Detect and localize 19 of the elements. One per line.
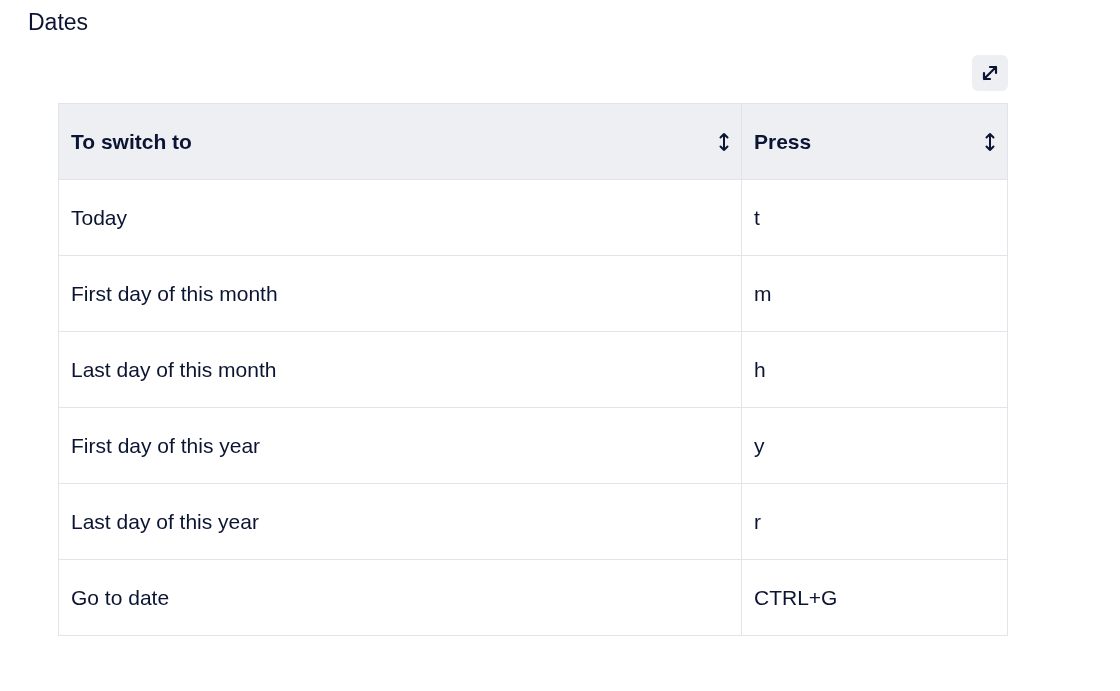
sort-icon — [985, 131, 995, 152]
table-cell: CTRL+G — [741, 559, 1008, 636]
table-cell: First day of this month — [58, 255, 742, 332]
table-cell: m — [741, 255, 1008, 332]
column-header[interactable]: Press — [741, 103, 1008, 180]
table-cell: Today — [58, 179, 742, 256]
table-cell: Go to date — [58, 559, 742, 636]
table-cell: Last day of this year — [58, 483, 742, 560]
sort-icon — [719, 131, 729, 152]
column-header[interactable]: To switch to — [58, 103, 742, 180]
table-cell: First day of this year — [58, 407, 742, 484]
section-heading: Dates — [28, 8, 90, 37]
table-cell: t — [741, 179, 1008, 256]
table-cell: h — [741, 331, 1008, 408]
table-cell: y — [741, 407, 1008, 484]
expand-icon — [980, 63, 1000, 83]
table-cell: r — [741, 483, 1008, 560]
expand-button[interactable] — [972, 55, 1008, 91]
table-cell: Last day of this month — [58, 331, 742, 408]
